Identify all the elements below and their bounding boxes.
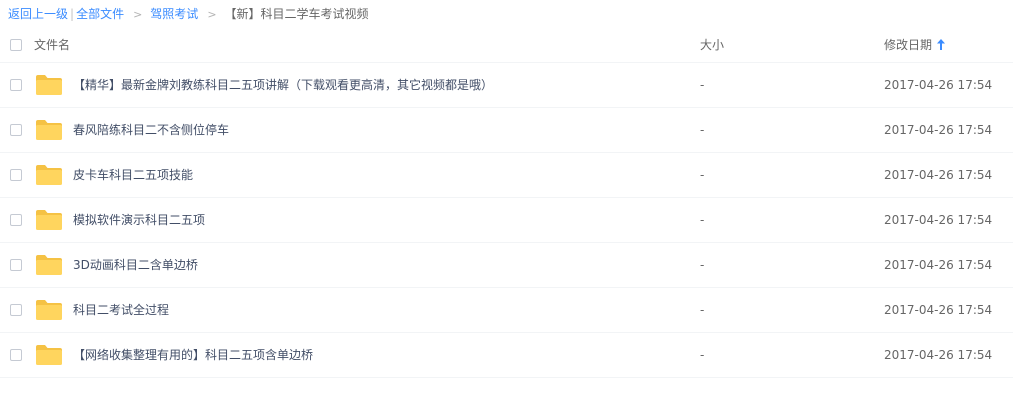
file-row[interactable]: 3D动画科目二含单边桥 - 2017-04-26 17:54 — [0, 243, 1013, 288]
breadcrumb-arrow: > — [133, 8, 143, 21]
folder-icon[interactable] — [35, 254, 63, 276]
file-list-header: 文件名 大小 修改日期 — [0, 28, 1013, 63]
folder-icon[interactable] — [35, 119, 63, 141]
select-all-checkbox[interactable] — [10, 39, 22, 51]
folder-icon[interactable] — [35, 299, 63, 321]
file-size: - — [700, 78, 705, 92]
file-size: - — [700, 168, 705, 182]
file-row[interactable]: 皮卡车科目二五项技能 - 2017-04-26 17:54 — [0, 153, 1013, 198]
row-checkbox[interactable] — [10, 214, 22, 226]
file-name[interactable]: 春风陪练科目二不含侧位停车 — [73, 108, 229, 152]
breadcrumb: 返回上一级 | 全部文件 > 驾照考试 > 【新】科目二学车考试视频 — [8, 0, 369, 28]
row-checkbox[interactable] — [10, 79, 22, 91]
file-size: - — [700, 303, 705, 317]
file-row[interactable]: 春风陪练科目二不含侧位停车 - 2017-04-26 17:54 — [0, 108, 1013, 153]
file-name[interactable]: 3D动画科目二含单边桥 — [73, 243, 198, 287]
folder-icon[interactable] — [35, 344, 63, 366]
file-size: - — [700, 348, 705, 362]
row-checkbox[interactable] — [10, 124, 22, 136]
file-size: - — [700, 123, 705, 137]
row-checkbox[interactable] — [10, 304, 22, 316]
file-size: - — [700, 258, 705, 272]
file-modified-date: 2017-04-26 17:54 — [884, 213, 993, 227]
file-row[interactable]: 科目二考试全过程 - 2017-04-26 17:54 — [0, 288, 1013, 333]
file-modified-date: 2017-04-26 17:54 — [884, 258, 993, 272]
all-files-link[interactable]: 全部文件 — [76, 7, 124, 21]
folder-icon[interactable] — [35, 74, 63, 96]
file-modified-date: 2017-04-26 17:54 — [884, 348, 993, 362]
current-folder-title: 【新】科目二学车考试视频 — [224, 7, 369, 21]
column-header-size[interactable]: 大小 — [700, 28, 724, 62]
parent-folder-link[interactable]: 驾照考试 — [150, 7, 198, 21]
row-checkbox[interactable] — [10, 259, 22, 271]
file-modified-date: 2017-04-26 17:54 — [884, 303, 993, 317]
file-name[interactable]: 【网络收集整理有用的】科目二五项含单边桥 — [73, 333, 313, 377]
file-row[interactable]: 【网络收集整理有用的】科目二五项含单边桥 - 2017-04-26 17:54 — [0, 333, 1013, 378]
breadcrumb-arrow: > — [207, 8, 217, 21]
row-checkbox[interactable] — [10, 169, 22, 181]
column-header-modified[interactable]: 修改日期 — [884, 28, 946, 62]
file-name[interactable]: 皮卡车科目二五项技能 — [73, 153, 193, 197]
column-header-modified-label: 修改日期 — [884, 38, 933, 52]
file-size: - — [700, 213, 705, 227]
file-modified-date: 2017-04-26 17:54 — [884, 123, 993, 137]
file-modified-date: 2017-04-26 17:54 — [884, 168, 993, 182]
row-checkbox[interactable] — [10, 349, 22, 361]
file-name[interactable]: 【精华】最新金牌刘教练科目二五项讲解（下载观看更高清，其它视频都是哦） — [73, 63, 493, 107]
folder-icon[interactable] — [35, 164, 63, 186]
breadcrumb-separator: | — [70, 7, 75, 21]
file-modified-date: 2017-04-26 17:54 — [884, 78, 993, 92]
file-list: 【精华】最新金牌刘教练科目二五项讲解（下载观看更高清，其它视频都是哦） - 20… — [0, 63, 1013, 378]
file-row[interactable]: 模拟软件演示科目二五项 - 2017-04-26 17:54 — [0, 198, 1013, 243]
column-header-name[interactable]: 文件名 — [34, 28, 70, 62]
sort-ascending-icon[interactable] — [937, 39, 946, 50]
file-name[interactable]: 科目二考试全过程 — [73, 288, 169, 332]
folder-icon[interactable] — [35, 209, 63, 231]
file-row[interactable]: 【精华】最新金牌刘教练科目二五项讲解（下载观看更高清，其它视频都是哦） - 20… — [0, 63, 1013, 108]
file-name[interactable]: 模拟软件演示科目二五项 — [73, 198, 205, 242]
back-link[interactable]: 返回上一级 — [8, 7, 68, 21]
